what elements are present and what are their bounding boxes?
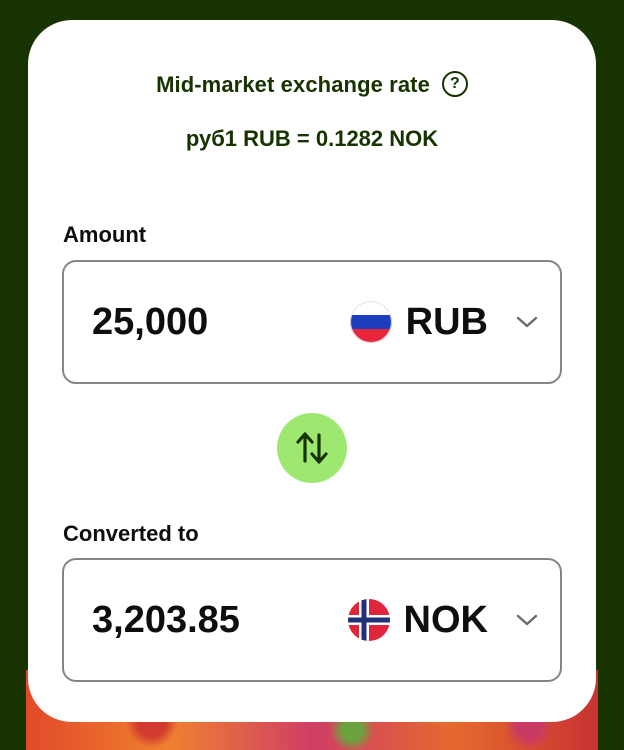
- target-currency-selector[interactable]: NOK: [347, 560, 538, 680]
- chevron-down-icon[interactable]: [516, 315, 538, 329]
- converter-card: Mid-market exchange rate? руб1 RUB = 0.1…: [28, 20, 596, 722]
- converted-label: Converted to: [63, 521, 199, 546]
- swap-currencies-button[interactable]: [277, 413, 347, 483]
- rate-header: Mid-market exchange rate?: [28, 71, 596, 98]
- source-currency-code: RUB: [405, 300, 488, 343]
- amount-label: Amount: [63, 222, 147, 247]
- rate-title: Mid-market exchange rate: [156, 72, 430, 97]
- target-currency-code: NOK: [403, 598, 488, 641]
- amount-input-box[interactable]: 25,000 RUB: [62, 260, 562, 384]
- norway-flag-icon: [347, 599, 390, 641]
- exchange-rate-value: руб1 RUB = 0.1282 NOK: [185, 126, 439, 151]
- help-icon[interactable]: ?: [441, 71, 468, 98]
- chevron-down-icon[interactable]: [516, 613, 538, 627]
- amount-input[interactable]: 25,000: [92, 262, 208, 382]
- russia-flag-icon: [349, 301, 392, 343]
- source-currency-selector[interactable]: RUB: [349, 262, 538, 382]
- swap-arrows-icon: [296, 432, 328, 464]
- converted-output-box[interactable]: 3,203.85 NOK: [62, 558, 562, 682]
- converted-amount[interactable]: 3,203.85: [92, 560, 240, 680]
